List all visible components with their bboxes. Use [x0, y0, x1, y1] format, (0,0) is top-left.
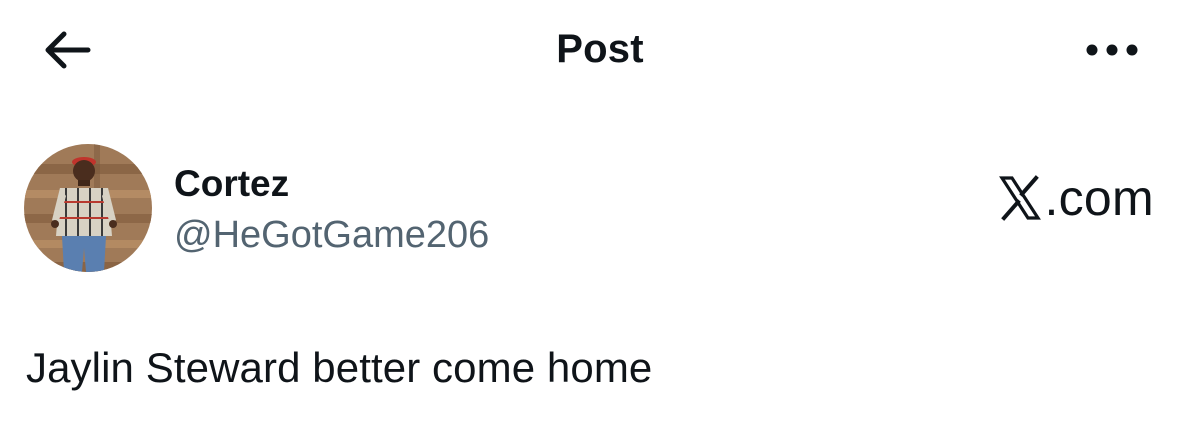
post-text: Jaylin Steward better come home [26, 344, 653, 391]
x-logo-icon [999, 175, 1042, 221]
page-title: Post [556, 27, 644, 71]
brand-watermark: .com [998, 168, 1154, 228]
top-bar: Post [0, 0, 1200, 100]
brand-text: .com [1044, 170, 1154, 226]
user-avatar [24, 144, 152, 272]
display-name[interactable]: Cortez [174, 162, 289, 206]
more-horizontal-icon [1086, 44, 1138, 56]
user-handle[interactable]: @HeGotGame206 [174, 212, 489, 258]
avatar[interactable] [24, 144, 152, 272]
author-section: Cortez @HeGotGame206 .com [0, 140, 1200, 280]
more-options-button[interactable] [1078, 26, 1146, 74]
